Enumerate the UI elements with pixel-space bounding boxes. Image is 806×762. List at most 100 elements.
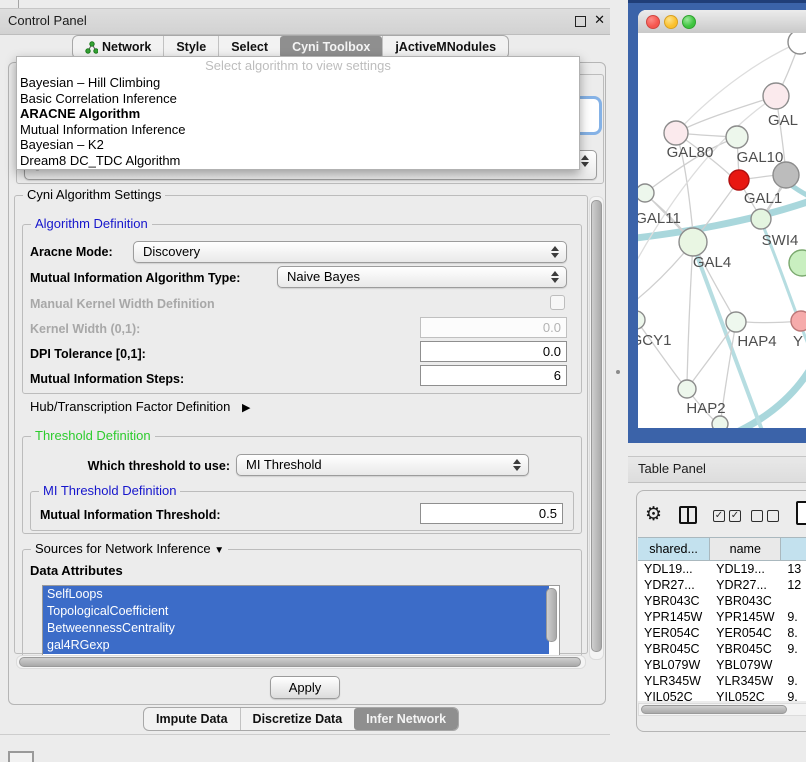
table-row[interactable]: YER054CYER054C8. — [638, 625, 806, 641]
manual-kernel-width-checkbox[interactable] — [550, 295, 565, 310]
settings-hscroll-track[interactable] — [16, 655, 586, 669]
which-threshold-label: Which threshold to use: — [30, 459, 230, 473]
algorithm-option[interactable]: ARACNE Algorithm — [17, 106, 579, 122]
network-node[interactable] — [726, 312, 746, 332]
table-row[interactable]: YDL19...YDL19...13 — [638, 561, 806, 577]
kernel-width-field[interactable]: 0.0 — [420, 317, 567, 338]
collapse-arrow-icon[interactable]: ▼ — [214, 545, 224, 556]
group-title: MI Threshold Definition — [39, 483, 180, 498]
aracne-mode-combo[interactable]: Discovery — [133, 241, 567, 263]
network-node[interactable] — [729, 170, 749, 190]
algorithm-option[interactable]: Bayesian – Hill Climbing — [17, 75, 579, 91]
tab-select[interactable]: Select — [218, 36, 280, 58]
network-edge[interactable] — [690, 322, 736, 385]
table-cell: YDR27... — [638, 577, 710, 593]
mi-steps-field[interactable]: 6 — [420, 365, 567, 386]
network-node[interactable] — [789, 250, 806, 276]
table-row[interactable]: YLR345WYLR345W9. — [638, 673, 806, 689]
network-window-titlebar[interactable] — [638, 10, 806, 34]
mi-threshold-field[interactable]: 0.5 — [420, 503, 563, 524]
list-scrollbar[interactable] — [546, 588, 557, 642]
network-node[interactable] — [638, 184, 654, 202]
select-all-icon-2[interactable]: ✓ — [729, 510, 741, 522]
table-column-header[interactable]: name — [710, 537, 781, 561]
deselect-all-icon[interactable] — [751, 510, 763, 522]
tab-jactivemnodules[interactable]: jActiveMNodules — [382, 36, 508, 58]
algorithm-option[interactable]: Dream8 DC_TDC Algorithm — [17, 153, 579, 169]
table-row[interactable]: YDR27...YDR27...12 — [638, 577, 806, 593]
tab-cyni-toolbox[interactable]: Cyni Toolbox — [280, 36, 382, 58]
table-row[interactable]: YBL079WYBL079W — [638, 657, 806, 673]
splitter-handle[interactable] — [616, 370, 620, 374]
combo-value: Discovery — [143, 244, 200, 259]
close-icon[interactable]: ✕ — [594, 12, 605, 28]
deselect-all-icon-2[interactable] — [767, 510, 779, 522]
tab-label: Network — [102, 40, 151, 54]
column-view-icon[interactable] — [679, 506, 697, 524]
minimize-traffic-light[interactable] — [664, 15, 678, 29]
table-hscroll-thumb[interactable] — [641, 705, 787, 714]
attribute-item-selected[interactable]: TopologicalCoefficient — [43, 603, 549, 620]
algorithm-option[interactable]: Bayesian – K2 — [17, 137, 579, 153]
settings-vscroll-track[interactable] — [589, 196, 604, 660]
tab-infer-network[interactable]: Infer Network — [354, 708, 458, 730]
network-node[interactable] — [712, 416, 728, 428]
settings-hscroll-thumb[interactable] — [19, 657, 581, 667]
network-canvas[interactable]: GALGAL80GAL10GAL1GAL11SWI4GAL4GCY1HAP4YH… — [638, 33, 806, 428]
network-node[interactable] — [664, 121, 688, 145]
attribute-item-selected[interactable]: gal4RGexp — [43, 637, 549, 654]
settings-vscroll-thumb[interactable] — [591, 200, 602, 652]
network-node[interactable] — [791, 311, 806, 331]
node-label: GAL4 — [693, 254, 731, 271]
network-node[interactable] — [763, 83, 789, 109]
hub-definition-expander[interactable]: Hub/Transcription Factor Definition ▶ — [30, 399, 250, 414]
network-node[interactable] — [751, 209, 771, 229]
network-edge[interactable] — [678, 96, 776, 132]
algorithm-option[interactable]: Mutual Information Inference — [17, 122, 579, 138]
table-cell: YBL079W — [710, 657, 781, 673]
function-builder-icon[interactable] — [796, 501, 806, 525]
table-cell: 9. — [781, 609, 806, 625]
network-node[interactable] — [726, 126, 748, 148]
which-threshold-combo[interactable]: MI Threshold — [236, 454, 529, 476]
network-node[interactable] — [638, 311, 645, 329]
tab-network[interactable]: Network — [73, 36, 163, 58]
tab-label: Select — [231, 40, 268, 54]
table-row[interactable]: YPR145WYPR145W9. — [638, 609, 806, 625]
combo-value: MI Threshold — [246, 457, 322, 472]
tab-style[interactable]: Style — [163, 36, 218, 58]
select-all-icon[interactable]: ✓ — [713, 510, 725, 522]
table-cell: YLR345W — [710, 673, 781, 689]
mi-algorithm-type-combo[interactable]: Naive Bayes — [277, 266, 567, 288]
kernel-width-label: Kernel Width (0,1): — [30, 322, 140, 336]
zoom-traffic-light[interactable] — [682, 15, 696, 29]
attribute-item-selected[interactable]: SelfLoops — [43, 586, 549, 603]
tab-impute-data[interactable]: Impute Data — [144, 708, 240, 730]
table-row[interactable]: YIL052CYIL052C9. — [638, 689, 806, 701]
table-cell: 9. — [781, 673, 806, 689]
network-node[interactable] — [679, 228, 707, 256]
gear-icon[interactable]: ⚙ — [645, 503, 662, 525]
dpi-tolerance-field[interactable]: 0.0 — [420, 341, 567, 362]
network-node[interactable] — [788, 33, 806, 54]
table-column-header[interactable]: shared... — [638, 537, 710, 561]
table-column-header[interactable] — [781, 537, 806, 561]
data-attributes-list[interactable]: SelfLoopsTopologicalCoefficientBetweenne… — [42, 585, 560, 657]
node-label: GAL80 — [667, 144, 714, 161]
table-cell: YPR145W — [710, 609, 781, 625]
table-row[interactable]: YBR045CYBR045C9. — [638, 641, 806, 657]
table-hscroll-track[interactable] — [638, 703, 806, 716]
tab-discretize-data[interactable]: Discretize Data — [240, 708, 355, 730]
algorithm-option[interactable]: Basic Correlation Inference — [17, 91, 579, 107]
tab-label: Cyni Toolbox — [292, 40, 370, 54]
table-row[interactable]: YBR043CYBR043C — [638, 593, 806, 609]
minimized-panel-icon[interactable] — [8, 751, 34, 762]
table-panel-titlebar: Table Panel — [628, 456, 806, 483]
float-window-icon[interactable] — [575, 16, 586, 27]
network-edge[interactable] — [638, 320, 682, 383]
close-traffic-light[interactable] — [646, 15, 660, 29]
attribute-item-selected[interactable]: BetweennessCentrality — [43, 620, 549, 637]
table-cell: 9. — [781, 689, 806, 701]
network-node[interactable] — [678, 380, 696, 398]
apply-button[interactable]: Apply — [270, 676, 340, 699]
